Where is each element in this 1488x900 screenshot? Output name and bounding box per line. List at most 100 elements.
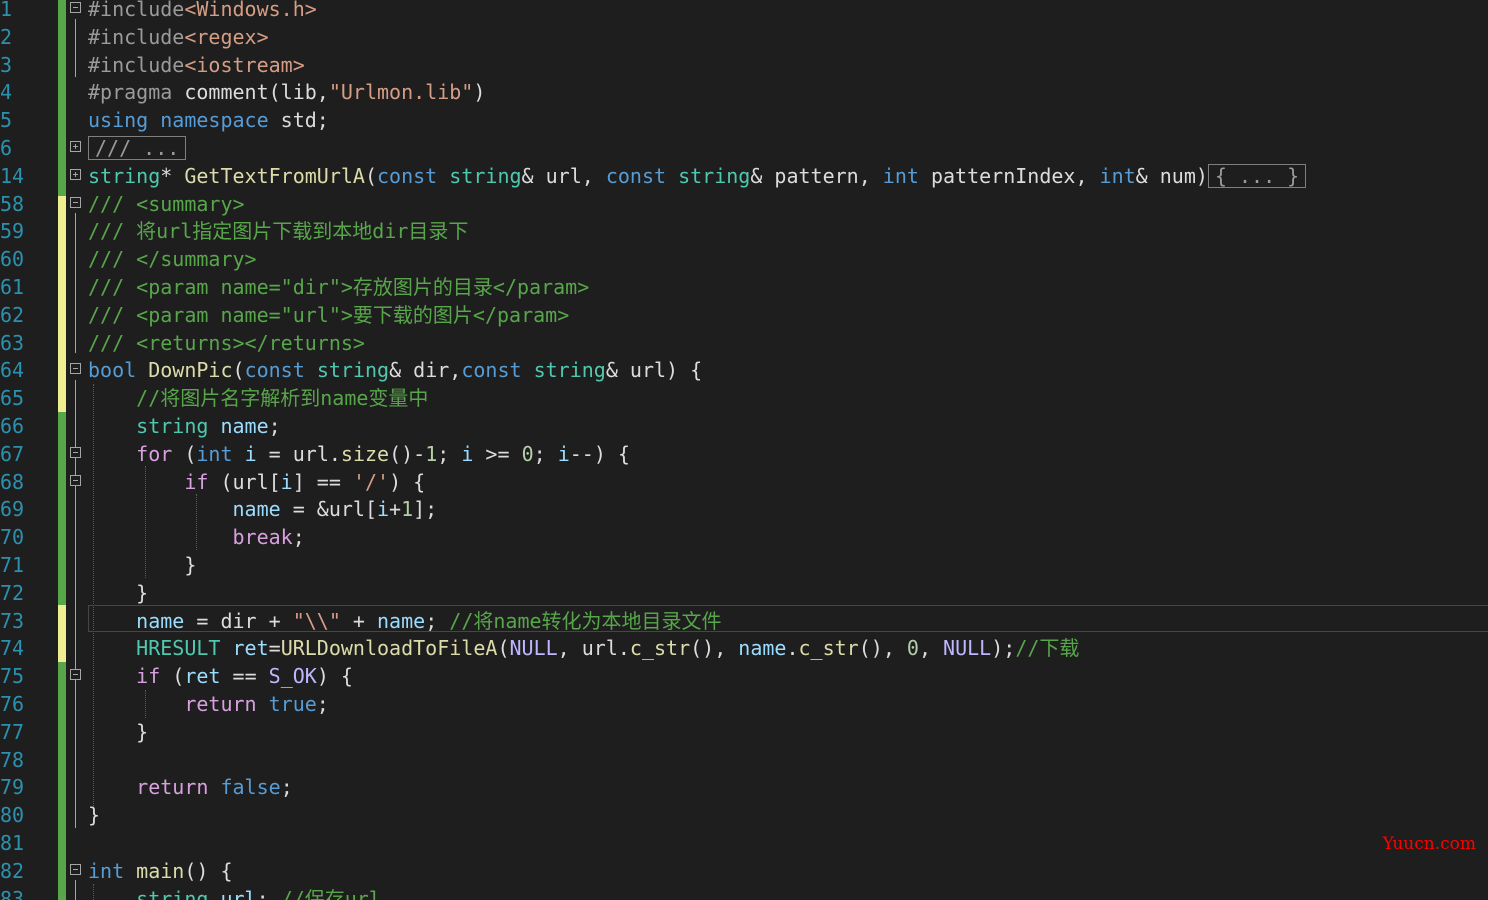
- code-line[interactable]: 68 if (url[i] == '/') {: [0, 468, 1488, 496]
- code-token: const: [461, 358, 522, 383]
- code-token: "\\": [292, 608, 341, 633]
- code-text[interactable]: using namespace std;: [88, 106, 329, 134]
- code-token: }: [88, 553, 197, 577]
- code-line[interactable]: 80}: [0, 801, 1488, 829]
- code-line[interactable]: 69 name = &url[i+1];: [0, 495, 1488, 523]
- code-token: 0: [906, 636, 919, 661]
- code-text[interactable]: /// <param name="dir">存放图片的目录</param>: [88, 273, 589, 301]
- code-token: (),: [690, 636, 739, 661]
- code-text[interactable]: string name;: [88, 412, 281, 440]
- code-token: URLDownloadToFileA: [280, 636, 498, 661]
- line-number: 79: [0, 775, 25, 800]
- code-line[interactable]: 3 #include<iostream>: [0, 51, 1488, 79]
- code-line[interactable]: 70 break;: [0, 523, 1488, 551]
- line-number: 81: [0, 831, 25, 855]
- code-token: (),: [858, 636, 907, 661]
- code-line[interactable]: 82 int main() {: [0, 857, 1488, 885]
- code-text[interactable]: for (int i = url.size()-1; i >= 0; i--) …: [88, 440, 630, 468]
- code-line[interactable]: 2 #include<regex>: [0, 23, 1488, 51]
- code-text[interactable]: /// ...: [88, 134, 187, 162]
- code-line[interactable]: 74 HRESULT ret=URLDownloadToFileA(NULL, …: [0, 634, 1488, 662]
- code-line[interactable]: 79 return false;: [0, 773, 1488, 801]
- code-line[interactable]: 76 return true;: [0, 690, 1488, 718]
- code-text[interactable]: if (url[i] == '/') {: [88, 468, 425, 496]
- code-line[interactable]: 78: [0, 746, 1488, 774]
- code-text[interactable]: HRESULT ret=URLDownloadToFileA(NULL, url…: [88, 634, 1079, 662]
- collapse-icon[interactable]: [70, 863, 81, 875]
- code-text[interactable]: }: [88, 579, 148, 607]
- code-text[interactable]: #include<iostream>: [88, 51, 305, 79]
- code-token: (: [172, 441, 197, 466]
- code-line[interactable]: 61 /// <param name="dir">存放图片的目录</param>: [0, 273, 1488, 301]
- code-text[interactable]: return false;: [88, 773, 293, 801]
- code-line[interactable]: 73 name = dir + "\\" + name; //将name转化为本…: [0, 607, 1488, 635]
- code-text[interactable]: /// <returns></returns>: [88, 329, 365, 357]
- collapsed-region[interactable]: { ... }: [1207, 163, 1307, 188]
- code-line[interactable]: 4 #pragma comment(lib,"Urlmon.lib"): [0, 78, 1488, 106]
- code-token: const: [244, 358, 305, 383]
- code-text[interactable]: #include<Windows.h>: [88, 0, 317, 23]
- code-line[interactable]: 67 for (int i = url.size()-1; i >= 0; i-…: [0, 440, 1488, 468]
- code-token: name: [220, 414, 269, 438]
- code-line[interactable]: 60 /// </summary>: [0, 245, 1488, 273]
- code-token: std;: [268, 108, 329, 133]
- collapse-icon[interactable]: [70, 474, 81, 486]
- code-line[interactable]: 64 bool DownPic(const string& dir,const s…: [0, 356, 1488, 384]
- code-text[interactable]: int main() {: [88, 857, 233, 885]
- code-line[interactable]: 81: [0, 829, 1488, 857]
- collapsed-region[interactable]: /// ...: [88, 136, 187, 160]
- code-text[interactable]: name = &url[i+1];: [88, 495, 438, 523]
- code-text[interactable]: return true;: [88, 690, 329, 718]
- code-text[interactable]: #include<regex>: [88, 23, 269, 51]
- expand-icon[interactable]: [70, 168, 81, 180]
- code-text[interactable]: /// <summary>: [88, 190, 245, 218]
- collapse-icon[interactable]: [70, 196, 81, 208]
- code-line[interactable]: 58 /// <summary>: [0, 190, 1488, 218]
- line-number: 80: [0, 803, 25, 828]
- code-line[interactable]: 63 /// <returns></returns>: [0, 329, 1488, 357]
- code-text[interactable]: break;: [88, 523, 305, 551]
- collapse-icon[interactable]: [70, 669, 81, 681]
- code-text[interactable]: //将图片名字解析到name变量中: [88, 384, 428, 412]
- code-text[interactable]: name = dir + "\\" + name; //将name转化为本地目录…: [88, 607, 721, 635]
- code-text[interactable]: }: [88, 718, 148, 746]
- code-text[interactable]: string* GetTextFromUrlA(const string& ur…: [88, 162, 1307, 190]
- code-line[interactable]: 75 if (ret == S_OK) {: [0, 662, 1488, 690]
- code-text[interactable]: /// 将url指定图片下载到本地dir目录下: [88, 217, 468, 245]
- code-line[interactable]: 6 /// ...: [0, 134, 1488, 162]
- code-line[interactable]: 14 string* GetTextFromUrlA(const string& …: [0, 162, 1488, 190]
- code-token: break: [232, 525, 293, 550]
- code-text[interactable]: }: [88, 551, 196, 579]
- code-line[interactable]: 72 }: [0, 579, 1488, 607]
- code-line[interactable]: 62 /// <param name="url">要下载的图片</param>: [0, 301, 1488, 329]
- collapse-icon[interactable]: [70, 363, 81, 375]
- expand-icon[interactable]: [70, 141, 81, 152]
- code-line[interactable]: 71 }: [0, 551, 1488, 579]
- code-token: & dir,: [389, 358, 462, 383]
- code-text[interactable]: /// <param name="url">要下载的图片</param>: [88, 301, 569, 329]
- code-text[interactable]: string url; //保存url: [88, 885, 381, 900]
- code-line[interactable]: 83 string url; //保存url: [0, 885, 1488, 900]
- code-token: //下载: [1015, 636, 1080, 661]
- code-editor[interactable]: 1 #include<Windows.h> 2 #include<regex> 3 #in…: [0, 0, 1488, 900]
- code-line[interactable]: 66 string name;: [0, 412, 1488, 440]
- code-line[interactable]: 77 }: [0, 718, 1488, 746]
- code-text[interactable]: /// </summary>: [88, 245, 257, 273]
- collapse-icon[interactable]: [70, 446, 81, 458]
- code-line[interactable]: 59 /// 将url指定图片下载到本地dir目录下: [0, 217, 1488, 245]
- line-number: 70: [0, 525, 25, 550]
- collapse-icon[interactable]: [70, 2, 81, 13]
- code-line[interactable]: 1 #include<Windows.h>: [0, 0, 1488, 23]
- code-text[interactable]: #pragma comment(lib,"Urlmon.lib"): [88, 78, 485, 106]
- code-line[interactable]: 65 //将图片名字解析到name变量中: [0, 384, 1488, 412]
- code-text[interactable]: bool DownPic(const string& dir,const str…: [88, 356, 702, 384]
- code-line[interactable]: 5 using namespace std;: [0, 106, 1488, 134]
- code-text[interactable]: if (ret == S_OK) {: [88, 662, 353, 690]
- code-text[interactable]: }: [88, 801, 100, 829]
- code-token: NULL: [509, 636, 558, 661]
- code-token: S_OK: [268, 664, 317, 689]
